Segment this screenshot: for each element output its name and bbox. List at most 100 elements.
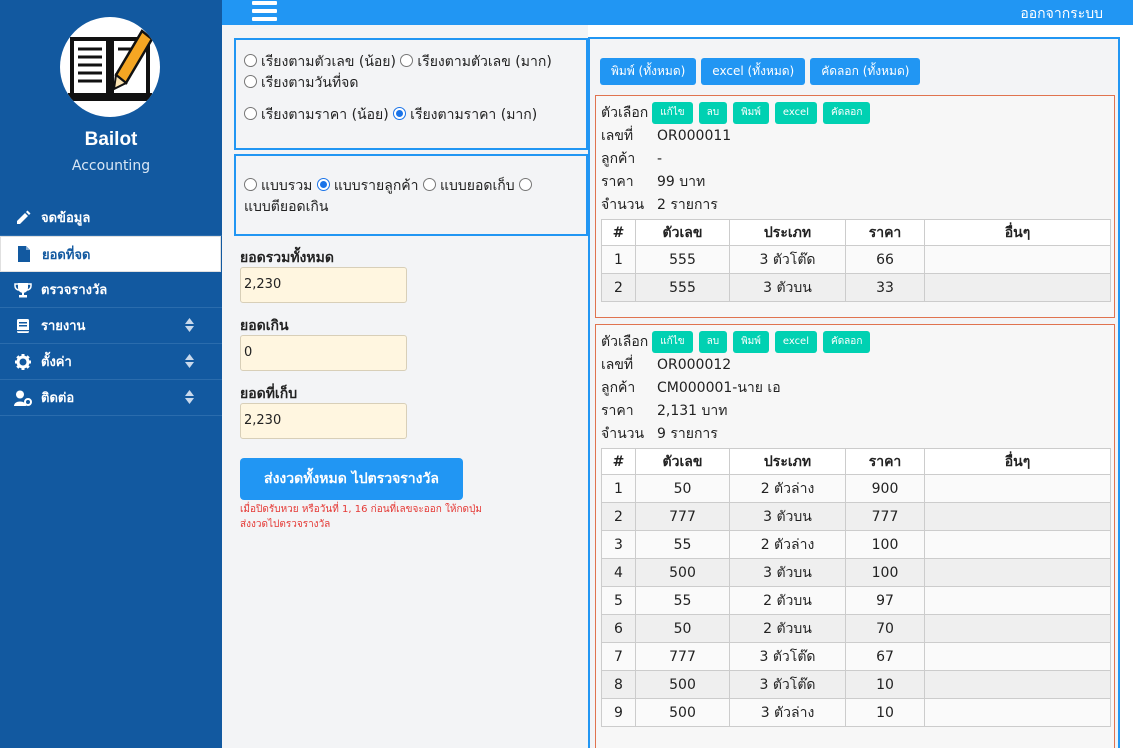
delete-button[interactable]: ลบ bbox=[698, 330, 728, 353]
file-icon bbox=[15, 245, 33, 263]
order-no-value: OR000012 bbox=[657, 356, 732, 373]
cell-other bbox=[924, 558, 1111, 587]
cell-idx: 1 bbox=[601, 245, 636, 274]
send-note: เมื่อปิดรับหวย หรือวันที่ 1, 16 ก่อนที่เ… bbox=[240, 504, 482, 530]
over-field[interactable]: 0 bbox=[240, 335, 407, 371]
col-idx: # bbox=[601, 219, 636, 246]
cell-price: 33 bbox=[845, 273, 925, 302]
cell-number: 500 bbox=[635, 698, 730, 727]
copy-button[interactable]: คัดลอก bbox=[823, 101, 871, 124]
cell-idx: 7 bbox=[601, 642, 636, 671]
copy-button[interactable]: คัดลอก bbox=[823, 330, 871, 353]
total-field[interactable]: 2,230 bbox=[240, 267, 407, 303]
sort-updown-icon bbox=[185, 390, 194, 408]
mode-combined-radio[interactable] bbox=[244, 178, 257, 191]
col-idx: # bbox=[601, 448, 636, 475]
cell-other bbox=[924, 502, 1111, 531]
cell-other bbox=[924, 642, 1111, 671]
mode-over-label[interactable]: แบบตียอดเกิน bbox=[244, 199, 328, 215]
kept-field[interactable]: 2,230 bbox=[240, 403, 407, 439]
cell-price: 70 bbox=[845, 614, 925, 643]
cell-other bbox=[924, 530, 1111, 559]
count-value: 9 รายการ bbox=[657, 425, 718, 442]
cell-number: 555 bbox=[635, 245, 730, 274]
sort-price-desc-radio[interactable] bbox=[393, 107, 407, 120]
sort-number-asc-label[interactable]: เรียงตามตัวเลข (น้อย) bbox=[261, 54, 396, 70]
sort-date-radio[interactable] bbox=[244, 75, 257, 88]
table-row: 4 500 3 ตัวบน 100 bbox=[601, 558, 1111, 587]
mode-by-customer-label[interactable]: แบบรายลูกค้า bbox=[334, 178, 419, 194]
mode-kept-radio[interactable] bbox=[422, 178, 436, 191]
book-icon bbox=[14, 317, 32, 335]
sort-number-desc-radio[interactable] bbox=[400, 54, 414, 67]
cell-type: 3 ตัวล่าง bbox=[729, 698, 846, 727]
customer-value: CM000001-นาย เอ bbox=[657, 379, 781, 396]
excel-all-button[interactable]: excel (ทั้งหมด) bbox=[701, 58, 806, 85]
col-number: ตัวเลข bbox=[635, 448, 730, 475]
sidebar-item-contact[interactable]: ติดต่อ bbox=[0, 380, 222, 416]
mode-over-radio[interactable] bbox=[519, 178, 533, 191]
cell-idx: 5 bbox=[601, 586, 636, 615]
sidebar-nav: จดข้อมูล ยอดที่จด ตรวจรางวัล รายงาน ตั้ง… bbox=[0, 200, 222, 416]
sidebar-item-label: ตรวจรางวัล bbox=[41, 283, 108, 298]
copy-all-button[interactable]: คัดลอก (ทั้งหมด) bbox=[810, 58, 921, 85]
table-row: 3 55 2 ตัวล่าง 100 bbox=[601, 530, 1111, 559]
print-all-button[interactable]: พิมพ์ (ทั้งหมด) bbox=[600, 58, 697, 85]
kept-label: ยอดที่เก็บ bbox=[240, 386, 298, 402]
send-to-prize-check-button[interactable]: ส่งงวดทั้งหมด ไปตรวจรางวัล bbox=[240, 458, 463, 500]
cell-idx: 1 bbox=[601, 474, 636, 503]
print-button[interactable]: พิมพ์ bbox=[733, 101, 769, 124]
bulk-actions: พิมพ์ (ทั้งหมด) excel (ทั้งหมด) คัดลอก (… bbox=[600, 58, 921, 85]
cell-other bbox=[924, 670, 1111, 699]
mode-by-customer-radio[interactable] bbox=[316, 178, 330, 191]
cell-price: 777 bbox=[845, 502, 925, 531]
sort-price-desc-label[interactable]: เรียงตามราคา (มาก) bbox=[410, 107, 537, 123]
cell-idx: 6 bbox=[601, 614, 636, 643]
sort-price-asc-label[interactable]: เรียงตามราคา (น้อย) bbox=[261, 107, 389, 123]
trophy-icon bbox=[14, 281, 32, 299]
sidebar-item-recorded-totals[interactable]: ยอดที่จด bbox=[0, 236, 221, 272]
view-mode-options: แบบรวม แบบรายลูกค้า แบบยอดเก็บ แบบตียอดเ… bbox=[234, 154, 588, 236]
cell-type: 3 ตัวบน bbox=[729, 273, 846, 302]
sidebar-item-label: รายงาน bbox=[41, 319, 86, 334]
sort-number-asc-radio[interactable] bbox=[244, 54, 257, 67]
cell-number: 555 bbox=[635, 273, 730, 302]
orders-panel: พิมพ์ (ทั้งหมด) excel (ทั้งหมด) คัดลอก (… bbox=[588, 37, 1120, 748]
sort-date-label[interactable]: เรียงตามวันที่จด bbox=[261, 75, 358, 91]
delete-button[interactable]: ลบ bbox=[698, 101, 728, 124]
sort-updown-icon bbox=[185, 318, 194, 336]
cell-type: 2 ตัวบน bbox=[729, 614, 846, 643]
edit-button[interactable]: แก้ไข bbox=[652, 101, 693, 124]
sidebar-item-label: ตั้งค่า bbox=[41, 355, 72, 370]
customer-value: - bbox=[657, 150, 663, 167]
col-other: อื่นๆ bbox=[924, 219, 1111, 246]
table-row: 1 50 2 ตัวล่าง 900 bbox=[601, 474, 1111, 503]
cell-type: 3 ตัวบน bbox=[729, 502, 846, 531]
sidebar-item-record[interactable]: จดข้อมูล bbox=[0, 200, 222, 236]
cell-idx: 2 bbox=[601, 273, 636, 302]
menu-hamburger-icon[interactable] bbox=[252, 1, 277, 23]
brand-subtitle: Accounting bbox=[71, 158, 151, 174]
cell-number: 50 bbox=[635, 474, 730, 503]
logout-link[interactable]: ออกจากระบบ bbox=[1020, 3, 1103, 25]
options-label: ตัวเลือก bbox=[601, 333, 649, 350]
sidebar-item-reports[interactable]: รายงาน bbox=[0, 308, 222, 344]
mode-combined-label[interactable]: แบบรวม bbox=[261, 178, 312, 194]
excel-button[interactable]: excel bbox=[774, 330, 817, 353]
edit-button[interactable]: แก้ไข bbox=[652, 330, 693, 353]
count-value: 2 รายการ bbox=[657, 196, 718, 213]
sidebar-item-settings[interactable]: ตั้งค่า bbox=[0, 344, 222, 380]
price-label: ราคา bbox=[601, 173, 634, 190]
col-type: ประเภท bbox=[729, 448, 846, 475]
sort-price-asc-radio[interactable] bbox=[244, 107, 257, 120]
sidebar-item-check-prize[interactable]: ตรวจรางวัล bbox=[0, 272, 222, 308]
cell-price: 67 bbox=[845, 642, 925, 671]
cell-other bbox=[924, 273, 1111, 302]
sort-number-desc-label[interactable]: เรียงตามตัวเลข (มาก) bbox=[417, 54, 551, 70]
mode-kept-label[interactable]: แบบยอดเก็บ bbox=[440, 178, 515, 194]
table-row: 7 777 3 ตัวโต๊ด 67 bbox=[601, 642, 1111, 671]
excel-button[interactable]: excel bbox=[774, 101, 817, 124]
print-button[interactable]: พิมพ์ bbox=[733, 330, 769, 353]
table-row: 8 500 3 ตัวโต๊ด 10 bbox=[601, 670, 1111, 699]
col-other: อื่นๆ bbox=[924, 448, 1111, 475]
